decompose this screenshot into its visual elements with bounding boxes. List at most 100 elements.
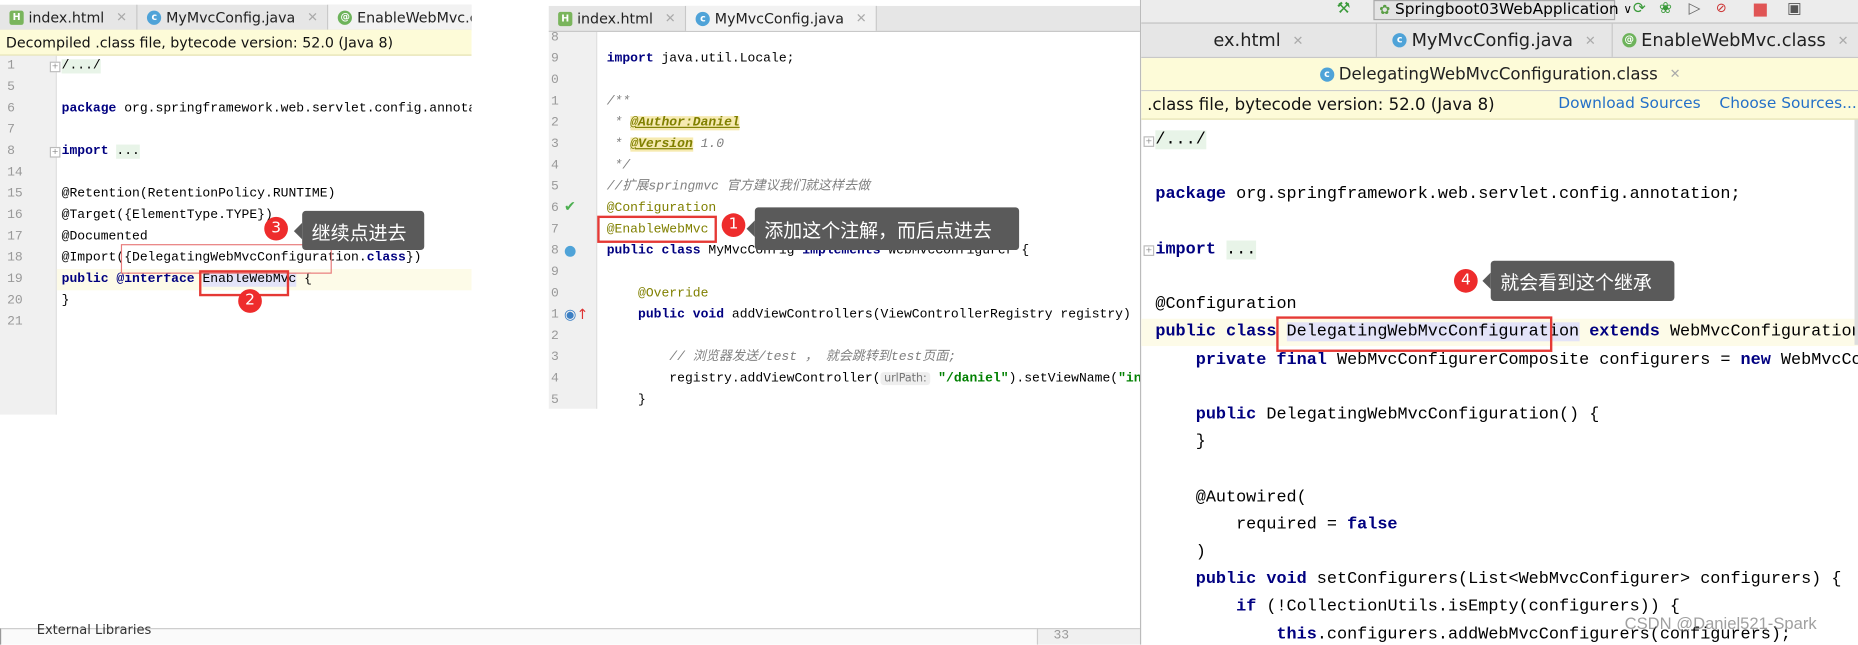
code-token-fold[interactable]: ... — [1226, 240, 1257, 260]
line-number: 0 — [551, 73, 559, 88]
fold-expand-icon[interactable]: + — [1143, 135, 1155, 147]
code-token: } — [61, 293, 70, 309]
close-icon[interactable]: ✕ — [1585, 33, 1596, 48]
code-token-kw: import — [606, 52, 654, 67]
code-token: ).setViewName( — [1008, 372, 1119, 387]
fold-expand-icon[interactable]: + — [49, 61, 61, 73]
tab-label: MyMvcConfig.java — [714, 10, 844, 27]
code-token: WebMvcConfigurerComposite(); — [1780, 350, 1858, 370]
tab-index-html[interactable]: Hindex.html ✕ — [549, 5, 687, 31]
line-number: 33 — [1053, 629, 1070, 644]
run-config-dropdown[interactable]: ✿ Springboot03WebApplication ∨ — [1373, 0, 1632, 21]
tab-enablewebmvc-class[interactable]: @EnableWebMvc.class✕ — [1613, 24, 1858, 57]
code-token-kw: package — [1155, 185, 1227, 205]
callout-tooltip-4: 就会看到这个继承 — [1482, 260, 1675, 301]
banner-text: .class file, bytecode version: 52.0 (Jav… — [1147, 95, 1495, 115]
java-class-icon: c — [1319, 66, 1335, 82]
code-token-fold[interactable]: /.../ — [1155, 130, 1206, 150]
debug-icon[interactable]: ❀ — [1659, 0, 1672, 18]
tab-mymvcconfig-java[interactable]: c MyMvcConfig.java ✕ — [686, 5, 878, 31]
line-number: 3 — [551, 137, 559, 152]
build-hammer-icon[interactable]: ⚒ — [1337, 0, 1351, 18]
code-token-kw: import — [1155, 240, 1216, 260]
download-sources-link[interactable]: Download Sources — [1558, 95, 1700, 113]
line-number: 7 — [7, 123, 15, 138]
line-number: 14 — [7, 165, 23, 181]
code-token-cmt: //扩展springmvc 官方建议我们就这样去做 — [606, 180, 871, 195]
code-token: (!CollectionUtils.isEmpty(configurers)) … — [1256, 597, 1681, 617]
code-token-hint: urlPath: — [880, 372, 931, 386]
code-line: * @Version 1.0 — [607, 134, 724, 155]
code-token-cmt: * — [606, 116, 631, 131]
editor-tabs: Hindex.html ✕ c MyMvcConfig.java ✕ — [548, 5, 1140, 32]
tab-index-html[interactable]: Hindex.html ✕ — [0, 4, 138, 30]
chevron-down-icon: ∨ — [1623, 3, 1633, 17]
delegating-config-editor-panel: ⚒ ✿ Springboot03WebApplication ∨ ⟳ ❀ ▷ ⊘… — [1139, 0, 1858, 645]
bottom-strip: External Libraries — [0, 622, 1039, 645]
code-line: /.../ — [61, 56, 101, 77]
close-icon[interactable]: ✕ — [856, 11, 867, 26]
spring-class-icon: ● — [564, 241, 577, 259]
annotation-class-icon: @ — [1622, 33, 1637, 48]
editor-tabs: Hindex.html ✕ c MyMvcConfig.java ✕ @ EnableWeb… — [0, 4, 472, 31]
code-token-str: "/daniel" — [938, 372, 1009, 387]
project-structure-icon[interactable]: ▣ — [1787, 0, 1802, 18]
rerun-icon[interactable]: ⟳ — [1633, 0, 1646, 18]
code-line: if (!CollectionUtils.isEmpty(configurers… — [1155, 594, 1680, 621]
close-icon[interactable]: ✕ — [1838, 33, 1849, 48]
coverage-icon[interactable]: ▷ — [1689, 0, 1701, 18]
decompiled-banner: Decompiled .class file, bytecode version… — [0, 29, 472, 56]
choose-sources-link[interactable]: Choose Sources... — [1719, 95, 1856, 113]
fold-expand-icon[interactable]: + — [1143, 245, 1155, 257]
code-token-cmt: */ — [606, 158, 631, 174]
code-token: @Retention(RetentionPolicy.RUNTIME) — [61, 187, 336, 202]
java-class-icon: c — [695, 11, 711, 26]
code-token-kw: extends — [1589, 322, 1660, 342]
close-icon[interactable]: ✕ — [307, 9, 318, 24]
code-line: /** — [607, 91, 630, 112]
close-icon[interactable]: ✕ — [1293, 33, 1304, 48]
profiler-icon[interactable]: ⊘ — [1716, 0, 1727, 15]
code-line: import ... — [62, 141, 140, 162]
code-token-fold[interactable]: /.../ — [61, 59, 101, 74]
code-line: ) — [1155, 539, 1206, 566]
code-line: public DelegatingWebMvcConfiguration() { — [1155, 402, 1600, 429]
html-file-icon: H — [558, 11, 573, 26]
fold-expand-icon[interactable]: + — [49, 146, 61, 158]
code-line: * @Author:Daniel — [607, 113, 740, 134]
callout-badge-1: 1 — [721, 213, 746, 237]
code-token: @Configuration — [1155, 295, 1297, 315]
line-number: 0 — [551, 286, 559, 301]
stop-icon[interactable] — [1753, 3, 1767, 17]
code-token-ann: @Override — [638, 286, 709, 301]
code-token-fold[interactable]: ... — [116, 144, 140, 159]
line-number: 7 — [551, 222, 559, 237]
code-token: }) — [405, 251, 422, 266]
close-icon[interactable]: ✕ — [665, 11, 676, 26]
code-area[interactable]: /.../+ package org.springframework.web.se… — [1141, 119, 1858, 645]
code-token: WebMvcConfigurationSupport { — [1669, 322, 1858, 342]
external-libraries-tree-item[interactable]: External Libraries — [37, 622, 152, 637]
close-icon[interactable]: ✕ — [116, 9, 127, 24]
tab-mymvcconfig-java[interactable]: c MyMvcConfig.java ✕ — [138, 4, 329, 30]
code-line: //扩展springmvc 官方建议我们就这样去做 — [607, 177, 870, 198]
callout-badge-2: 2 — [238, 289, 262, 313]
code-token-str: "index" — [1118, 372, 1140, 387]
callout-text: 就会看到这个继承 — [1500, 271, 1652, 294]
code-token: } — [1155, 432, 1206, 452]
tab-mymvcconfig-java[interactable]: c MyMvcConfig.java ✕ — [1377, 23, 1613, 57]
code-token-kw: public void — [1195, 570, 1307, 590]
tab-ex-html[interactable]: ex.html ✕ — [1141, 23, 1377, 57]
code-token-kw: public class — [606, 244, 701, 259]
tab-delegatingwebmvcconfiguration-class[interactable]: c DelegatingWebMvcConfiguration.class ✕ — [1141, 58, 1858, 91]
code-token-kw: package — [61, 101, 117, 117]
code-token: registry.addViewController( — [606, 372, 881, 387]
code-line: @Target({ElementType.TYPE}) — [62, 205, 273, 226]
mymvcconfig-editor-panel: Hindex.html ✕ c MyMvcConfig.java ✕ 8 9 import … — [548, 0, 1140, 409]
scrollbar[interactable] — [1854, 119, 1858, 345]
code-token: setConfigurers(List<WebMvcConfigurer> co… — [1306, 570, 1842, 590]
tab-enablewebmvc-class[interactable]: @EnableWebMvc.class✕ — [328, 4, 472, 30]
close-icon[interactable]: ✕ — [1670, 66, 1681, 81]
